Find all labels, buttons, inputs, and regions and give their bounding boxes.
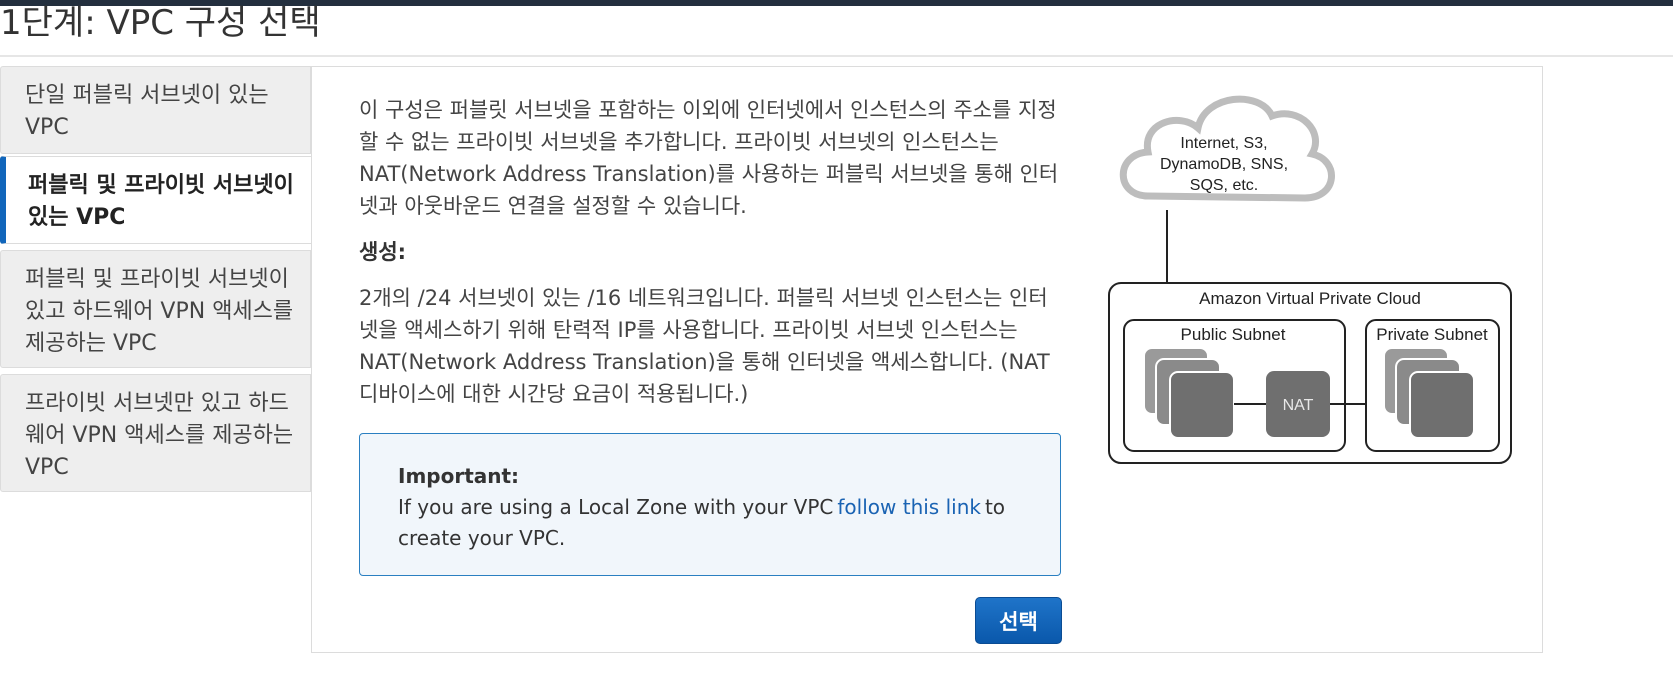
nat-label: NAT: [1283, 397, 1314, 414]
notice-heading: Important:: [398, 464, 520, 488]
option-description: 이 구성은 퍼블릿 서브넷을 포함하는 이외에 인터넷에서 인스턴스의 주소를 …: [359, 94, 1064, 222]
vpc-architecture-diagram: Internet, S3, DynamoDB, SNS, SQS, etc. A…: [1108, 95, 1512, 464]
creation-heading: 생성:: [359, 240, 407, 264]
cloud-line-3: SQS, etc.: [1190, 177, 1258, 194]
notice-text-before: If you are using a Local Zone with your …: [398, 495, 834, 519]
page-title: 1단계: VPC 구성 선택: [0, 3, 321, 43]
option-private-only-vpn[interactable]: 프라이빗 서브넷만 있고 하드웨어 VPN 액세스를 제공하는 VPC: [0, 374, 311, 492]
cloud-line-2: DynamoDB, SNS,: [1160, 156, 1288, 173]
public-subnet-label: Public Subnet: [1181, 325, 1286, 344]
nat-gateway-icon: NAT: [1266, 371, 1330, 437]
local-zone-link[interactable]: follow this link: [837, 495, 981, 519]
option-public-private-subnets[interactable]: 퍼블릭 및 프라이빗 서브넷이 있는 VPC: [0, 156, 312, 244]
vpc-label: Amazon Virtual Private Cloud: [1199, 289, 1421, 308]
important-notice: Important: If you are using a Local Zone…: [359, 433, 1061, 576]
internet-cloud-icon: Internet, S3, DynamoDB, SNS, SQS, etc.: [1119, 95, 1335, 202]
option-label: 단일 퍼블릭 서브넷이 있는 VPC: [25, 83, 269, 140]
option-label: 퍼블릭 및 프라이빗 서브넷이 있고 하드웨어 VPN 액세스를 제공하는 VP…: [25, 267, 294, 356]
option-label: 프라이빗 서브넷만 있고 하드웨어 VPN 액세스를 제공하는 VPC: [25, 391, 294, 480]
option-single-public-subnet[interactable]: 단일 퍼블릭 서브넷이 있는 VPC: [0, 66, 311, 154]
cloud-line-1: Internet, S3,: [1180, 135, 1267, 152]
creation-text: 2개의 /24 서브넷이 있는 /16 네트워크입니다. 퍼블릭 서브넷 인스턴…: [359, 286, 1050, 406]
option-label: 퍼블릭 및 프라이빗 서브넷이 있는 VPC: [28, 173, 294, 230]
description-text: 이 구성은 퍼블릿 서브넷을 포함하는 이외에 인터넷에서 인스턴스의 주소를 …: [359, 98, 1059, 218]
title-divider: [0, 55, 1673, 57]
select-button[interactable]: 선택: [975, 597, 1062, 644]
private-subnet-label: Private Subnet: [1376, 325, 1488, 344]
option-public-private-vpn[interactable]: 퍼블릭 및 프라이빗 서브넷이 있고 하드웨어 VPN 액세스를 제공하는 VP…: [0, 250, 311, 368]
